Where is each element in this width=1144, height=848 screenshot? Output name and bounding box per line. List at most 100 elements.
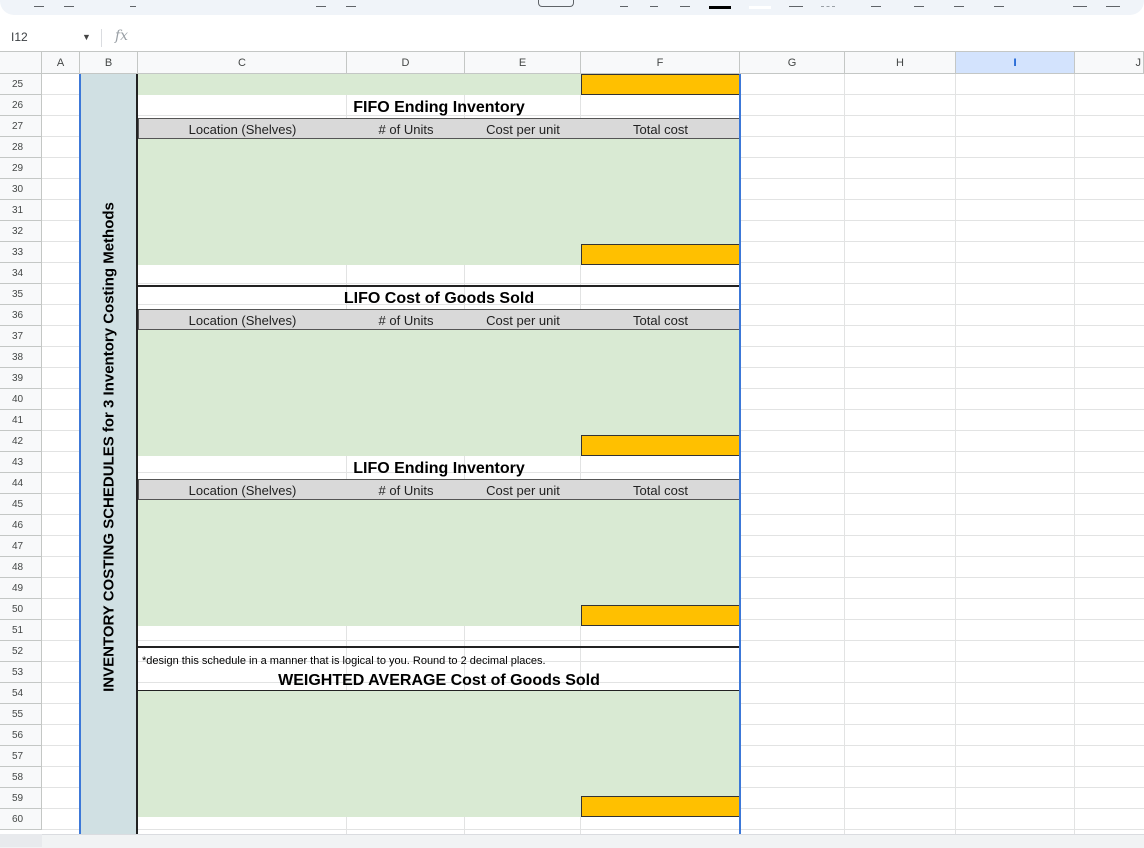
row-header[interactable]: 48 [0, 557, 42, 578]
paint-format-icon[interactable] [130, 0, 136, 7]
row-header[interactable]: 54 [0, 683, 42, 704]
row-header[interactable]: 49 [0, 578, 42, 599]
formula-bar: I12 ▼ fx [0, 24, 1144, 52]
row-header[interactable]: 44 [0, 473, 42, 494]
decrease-decimal-icon[interactable] [316, 0, 326, 7]
column-header-b[interactable]: B [80, 52, 138, 74]
green-input-block[interactable] [138, 244, 581, 265]
header-cost-per-unit: Cost per unit [486, 313, 560, 328]
fifo-ending-title: FIFO Ending Inventory [353, 98, 525, 116]
row-header[interactable]: 40 [0, 389, 42, 410]
column-header-f[interactable]: F [581, 52, 740, 74]
column-header-h[interactable]: H [845, 52, 956, 74]
row-header[interactable]: 37 [0, 326, 42, 347]
row-header[interactable]: 47 [0, 536, 42, 557]
merge-cells-icon[interactable] [821, 0, 835, 7]
borders-icon[interactable] [789, 0, 803, 7]
green-input-block[interactable] [138, 139, 740, 244]
schedule-right-border [739, 74, 741, 834]
row-header[interactable]: 36 [0, 305, 42, 326]
column-header-i[interactable]: I [956, 52, 1075, 74]
column-header-g[interactable]: G [740, 52, 845, 74]
row-header[interactable]: 30 [0, 179, 42, 200]
text-wrap-icon[interactable] [954, 0, 964, 7]
row-header[interactable]: 46 [0, 515, 42, 536]
row-header[interactable]: 42 [0, 431, 42, 452]
row-header[interactable]: 57 [0, 746, 42, 767]
row-header[interactable]: 29 [0, 158, 42, 179]
header-location: Location (Shelves) [188, 313, 297, 328]
column-header-j[interactable]: J [1075, 52, 1144, 74]
italic-icon[interactable] [650, 0, 658, 7]
row-header[interactable]: 38 [0, 347, 42, 368]
header-total-cost: Total cost [633, 483, 688, 498]
row-header[interactable]: 45 [0, 494, 42, 515]
section-divider [138, 285, 740, 287]
side-label: INVENTORY COSTING SCHEDULES for 3 Invent… [100, 202, 118, 692]
total-cell[interactable] [581, 244, 740, 265]
row-header[interactable]: 52 [0, 641, 42, 662]
green-input-block[interactable] [138, 605, 581, 626]
row-header[interactable]: 27 [0, 116, 42, 137]
gridline [42, 640, 1144, 641]
row-header[interactable]: 25 [0, 74, 42, 95]
row-header[interactable]: 28 [0, 137, 42, 158]
text-rotation-icon[interactable] [994, 0, 1004, 7]
green-input-block[interactable] [138, 330, 740, 435]
column-header-d[interactable]: D [347, 52, 465, 74]
weighted-average-title: WEIGHTED AVERAGE Cost of Goods Sold [278, 671, 600, 689]
row-header[interactable]: 55 [0, 704, 42, 725]
gridline [42, 829, 1144, 830]
green-input-block[interactable] [138, 500, 740, 605]
total-cell[interactable] [581, 435, 740, 456]
increase-decimal-icon[interactable] [346, 0, 356, 7]
column-header-e[interactable]: E [465, 52, 581, 74]
formula-bar-divider [101, 29, 102, 47]
header-units: # of Units [378, 483, 434, 498]
horizontal-align-icon[interactable] [871, 0, 881, 7]
row-header[interactable]: 50 [0, 599, 42, 620]
vertical-align-icon[interactable] [914, 0, 924, 7]
row-header[interactable]: 59 [0, 788, 42, 809]
gridline [1074, 74, 1075, 834]
chart-icon[interactable] [1106, 0, 1120, 7]
green-input-block[interactable] [138, 435, 581, 456]
row-header[interactable]: 53 [0, 662, 42, 683]
green-input-block[interactable] [138, 796, 581, 817]
total-cell[interactable] [581, 74, 740, 95]
row-header[interactable]: 58 [0, 767, 42, 788]
column-header-a[interactable]: A [42, 52, 80, 74]
header-location: Location (Shelves) [188, 122, 297, 137]
row-header[interactable]: 60 [0, 809, 42, 830]
row-header[interactable]: 26 [0, 95, 42, 116]
undo-icon[interactable] [34, 0, 44, 7]
row-header[interactable]: 41 [0, 410, 42, 431]
strikethrough-icon[interactable] [680, 0, 690, 7]
row-header[interactable]: 33 [0, 242, 42, 263]
comment-icon[interactable] [1073, 0, 1087, 7]
gridline [955, 74, 956, 834]
total-cell[interactable] [581, 796, 740, 817]
bold-icon[interactable] [620, 0, 628, 7]
text-color-icon[interactable] [709, 0, 731, 9]
row-header[interactable]: 35 [0, 284, 42, 305]
select-all-corner[interactable] [0, 52, 42, 74]
column-header-c[interactable]: C [138, 52, 347, 74]
row-header[interactable]: 34 [0, 263, 42, 284]
row-header[interactable]: 31 [0, 200, 42, 221]
chevron-down-icon[interactable]: ▼ [82, 32, 91, 42]
name-box[interactable]: I12 [11, 30, 28, 44]
scrollbar-corner [0, 834, 42, 847]
fill-color-icon[interactable] [749, 0, 771, 9]
row-header[interactable]: 56 [0, 725, 42, 746]
row-header[interactable]: 43 [0, 452, 42, 473]
row-header[interactable]: 32 [0, 221, 42, 242]
row-header[interactable]: 39 [0, 368, 42, 389]
total-cell[interactable] [581, 605, 740, 626]
font-size-field[interactable] [538, 0, 574, 7]
redo-icon[interactable] [64, 0, 74, 7]
row-header[interactable]: 51 [0, 620, 42, 641]
horizontal-scrollbar[interactable] [0, 834, 1144, 848]
green-input-block[interactable] [138, 691, 740, 796]
green-input-block[interactable] [138, 74, 581, 95]
